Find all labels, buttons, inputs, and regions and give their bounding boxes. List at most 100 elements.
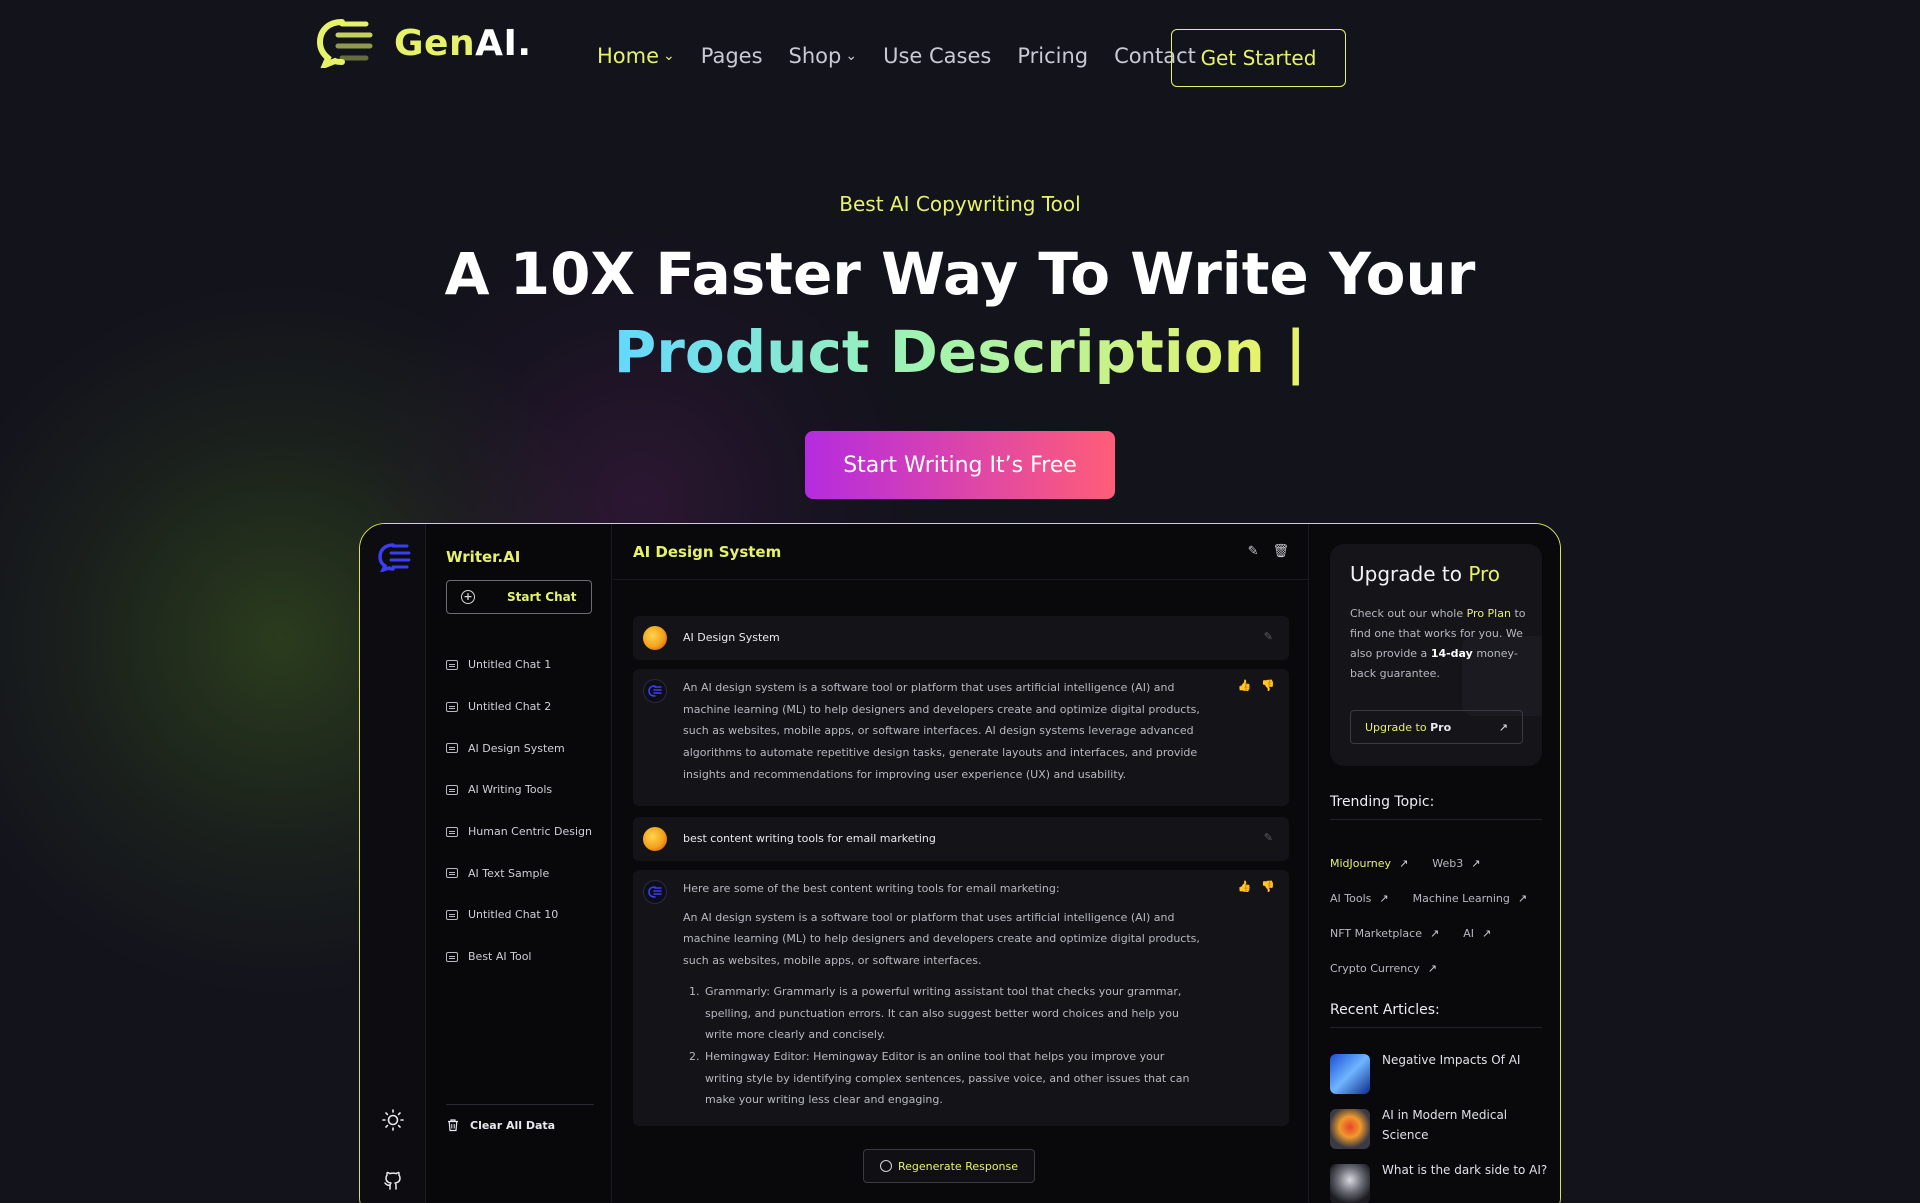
topic-tag[interactable]: Machine Learning ↗ [1413,892,1528,905]
hero-eyebrow: Best AI Copywriting Tool [839,192,1081,216]
app-logo-icon[interactable] [377,542,411,572]
arrow-up-right-icon: ↗ [1498,720,1508,734]
chevron-down-icon: ⌄ [845,48,858,64]
bot-message-text: An AI design system is a software tool o… [683,681,1200,781]
topic-tag[interactable]: Crypto Currency ↗ [1330,962,1437,975]
user-message: best content writing tools for email mar… [633,817,1289,861]
typing-caret: | [1285,318,1307,386]
chevron-down-icon: ⌄ [663,48,675,64]
article-item[interactable]: Negative Impacts Of AI [1330,1053,1550,1094]
topic-tag[interactable]: MidJourney ↗ [1330,857,1408,870]
list-item: Grammarly: Grammarly is a powerful writi… [703,981,1203,1046]
arrow-up-right-icon: ↗ [1430,927,1440,940]
chat-main: AI Design System ✎ 🗑 AI Design System ✎ … [613,524,1309,1203]
upgrade-description: Check out our whole Pro Plan to find one… [1350,607,1526,680]
chat-icon [446,868,458,879]
arrow-up-right-icon: ↗ [1471,857,1481,870]
chat-item[interactable]: AI Design System [446,727,592,769]
tools-list: Grammarly: Grammarly is a powerful writi… [703,981,1203,1111]
thumbs-down-icon[interactable]: 👎 [1261,880,1275,893]
nav-pages[interactable]: Pages [701,44,763,68]
topic-tag[interactable]: NFT Marketplace ↗ [1330,927,1439,940]
divider [1330,819,1542,820]
arrow-up-right-icon: ↗ [1517,892,1528,905]
chat-icon [446,951,458,962]
chat-icon [446,659,458,670]
clear-all-data-button[interactable]: Clear All Data [446,1118,555,1132]
article-thumbnail [1330,1164,1370,1203]
plus-circle-icon: + [461,590,475,604]
recent-articles-title: Recent Articles: [1330,1002,1440,1018]
bot-avatar [643,679,667,703]
arrow-up-right-icon: ↗ [1427,962,1438,975]
chat-item[interactable]: Best AI Tool [446,936,592,978]
bot-message: Here are some of the best content writin… [633,870,1289,1126]
article-title: AI in Modern Medical Science [1382,1108,1508,1142]
nav-use-cases[interactable]: Use Cases [883,44,991,68]
hero-title-line1: A 10X Faster Way To Write Your [444,240,1476,308]
article-title: Negative Impacts Of AI [1382,1053,1521,1067]
article-thumbnail [1330,1109,1370,1149]
logo-text: GenAI. [394,22,532,64]
bot-message: An AI design system is a software tool o… [633,669,1289,806]
chat-header: AI Design System ✎ 🗑 [613,524,1309,580]
topic-tag[interactable]: AI Tools ↗ [1330,892,1389,905]
article-item[interactable]: What is the dark side to AI? [1330,1163,1550,1203]
article-thumbnail [1330,1054,1370,1094]
trending-topics: MidJourney ↗ Web3 ↗ AI Tools ↗ Machine Lear… [1330,846,1560,986]
edit-icon[interactable]: ✎ [1264,630,1273,643]
sidebar-divider [446,1104,594,1105]
user-avatar [643,827,667,851]
chat-sidebar: Writer.AI + Start Chat Untitled Chat 1 U… [426,524,612,1203]
topic-tag[interactable]: AI ↗ [1463,927,1491,940]
hero-title-line2: Product Description | [613,318,1307,386]
start-writing-button[interactable]: Start Writing It’s Free [805,431,1115,499]
refresh-icon [879,1160,892,1172]
chat-item[interactable]: Untitled Chat 10 [446,894,592,936]
upgrade-to-pro-button[interactable]: Upgrade to Pro ↗ [1350,710,1523,744]
main-nav: Home ⌄ Pages Shop ⌄ Use Cases Pricing Cont… [597,44,1196,68]
article-item[interactable]: AI in Modern Medical Science [1330,1108,1550,1149]
chat-item[interactable]: Untitled Chat 2 [446,686,592,728]
logo[interactable]: GenAI. [316,18,532,68]
get-started-button[interactable]: Get Started [1171,29,1346,87]
trash-icon[interactable]: 🗑 [1272,544,1289,559]
bot-message-text: Here are some of the best content writin… [683,878,1203,1111]
trending-title: Trending Topic: [1330,794,1435,810]
edit-icon[interactable]: ✎ [1248,544,1259,559]
sun-icon[interactable] [382,1109,404,1131]
app-preview: Writer.AI + Start Chat Untitled Chat 1 U… [359,523,1561,1203]
chat-icon [446,701,458,712]
user-message-text: AI Design System [683,631,780,644]
divider [1330,1027,1542,1028]
thumbs-up-icon[interactable]: 👍 [1238,679,1252,692]
chat-icon [446,743,458,754]
arrow-up-right-icon: ↗ [1399,857,1409,870]
edit-icon[interactable]: ✎ [1264,831,1273,844]
user-avatar [643,626,667,650]
nav-home[interactable]: Home ⌄ [597,44,675,68]
chat-item[interactable]: Human Centric Design [446,811,592,853]
nav-pricing[interactable]: Pricing [1017,44,1088,68]
topic-tag[interactable]: Web3 ↗ [1432,857,1480,870]
chat-item[interactable]: AI Text Sample [446,852,592,894]
chat-history-list: Untitled Chat 1 Untitled Chat 2 AI Desig… [446,644,592,978]
upgrade-title: Upgrade to Pro [1350,562,1501,586]
start-chat-button[interactable]: + Start Chat [446,580,592,614]
thumbs-down-icon[interactable]: 👎 [1261,679,1275,692]
github-icon[interactable] [382,1169,404,1191]
chat-title: AI Design System [633,543,782,561]
user-message-text: best content writing tools for email mar… [683,832,936,845]
arrow-up-right-icon: ↗ [1379,892,1389,905]
sidebar-title: Writer.AI [446,548,521,566]
thumbs-up-icon[interactable]: 👍 [1238,880,1252,893]
upgrade-card: Upgrade to Pro Check out our whole Pro P… [1330,544,1542,766]
article-title: What is the dark side to AI? [1382,1163,1548,1177]
regenerate-response-button[interactable]: Regenerate Response [863,1149,1035,1183]
list-item: Hemingway Editor: Hemingway Editor is an… [703,1046,1203,1111]
chat-item[interactable]: AI Writing Tools [446,769,592,811]
bot-avatar [643,880,667,904]
nav-shop[interactable]: Shop ⌄ [789,44,858,68]
right-panel: Upgrade to Pro Check out our whole Pro P… [1310,524,1560,1203]
chat-item[interactable]: Untitled Chat 1 [446,644,592,686]
